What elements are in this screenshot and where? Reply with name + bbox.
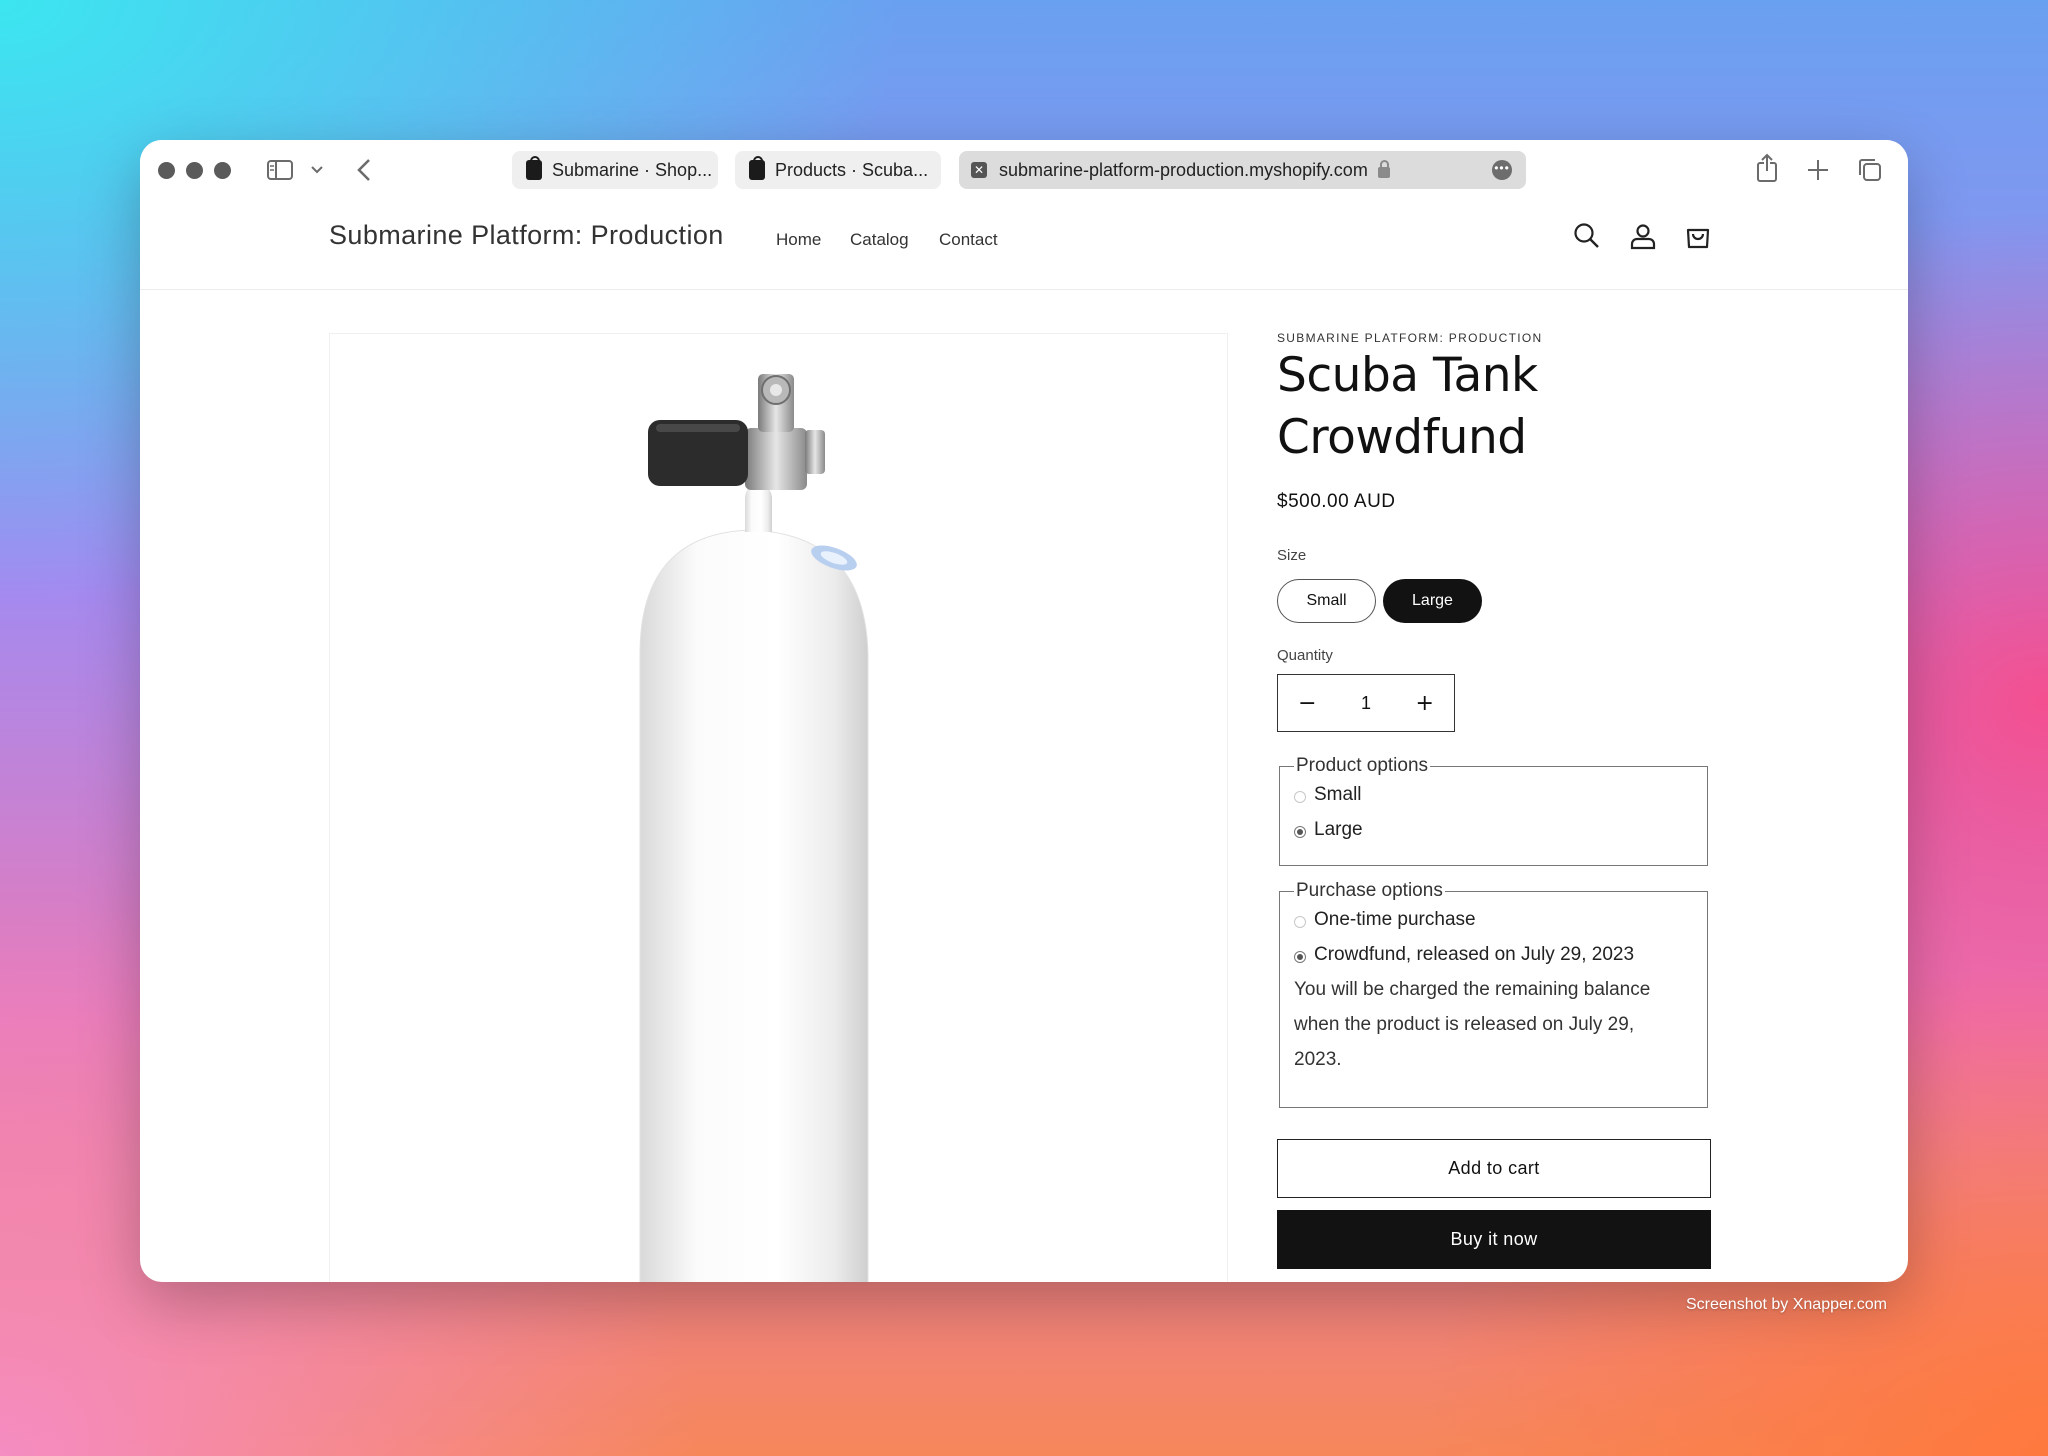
product-options-legend: Product options xyxy=(1296,755,1429,776)
size-option-small[interactable]: Small xyxy=(1277,579,1376,623)
product-image[interactable] xyxy=(329,333,1228,1282)
new-tab-icon[interactable] xyxy=(1805,157,1831,183)
tab-overview-icon[interactable] xyxy=(1856,156,1884,184)
scuba-tank-image xyxy=(639,374,869,1282)
tab-submarine-shop[interactable]: Submarine · Shop... xyxy=(512,151,718,189)
purchase-options-fieldset: Purchase options One-time purchase Crowd… xyxy=(1279,880,1708,1108)
tab-label: Products · Scuba... xyxy=(775,159,929,180)
buy-it-now-button[interactable]: Buy it now xyxy=(1277,1210,1711,1269)
crowdfund-note-line: You will be charged the remaining balanc… xyxy=(1294,979,1651,1000)
browser-toolbar: Submarine · Shop... Products · Scuba... … xyxy=(140,140,1908,200)
shopify-icon xyxy=(749,156,765,180)
radio-label: Crowdfund, released on July 29, 2023 xyxy=(1314,943,1635,965)
product-title: Scuba Tank Crowdfund xyxy=(1277,345,1538,469)
quantity-increase-button[interactable]: + xyxy=(1395,691,1454,716)
purchase-options-legend: Purchase options xyxy=(1296,880,1443,901)
crowdfund-note-line: 2023. xyxy=(1294,1049,1342,1070)
radio-button-checked[interactable] xyxy=(1294,825,1306,838)
lock-icon xyxy=(1377,159,1390,178)
nav-catalog[interactable]: Catalog xyxy=(850,230,909,250)
product-option-small[interactable]: Small xyxy=(1294,777,1693,812)
tab-label: Submarine · Shop... xyxy=(552,159,713,180)
close-window-button[interactable] xyxy=(158,162,175,179)
product-option-large[interactable]: Large xyxy=(1294,812,1693,847)
address-text: submarine-platform-production.myshopify.… xyxy=(999,159,1368,180)
product-title-line: Scuba Tank xyxy=(1277,348,1538,403)
crowdfund-note: You will be charged the remaining balanc… xyxy=(1294,972,1693,1077)
radio-button-checked[interactable] xyxy=(1294,950,1306,963)
more-options-icon[interactable]: ••• xyxy=(1492,160,1512,180)
store-header: Submarine Platform: Production Home Cata… xyxy=(140,200,1908,290)
store-name[interactable]: Submarine Platform: Production xyxy=(329,220,724,251)
size-label: Size xyxy=(1277,547,1307,564)
product-title-line: Crowdfund xyxy=(1277,410,1527,465)
size-option-large[interactable]: Large xyxy=(1383,579,1482,623)
radio-button[interactable] xyxy=(1294,790,1306,803)
shopify-icon xyxy=(526,156,542,180)
screenshot-credit: Screenshot by Xnapper.com xyxy=(1686,1296,1888,1313)
tab-products-scuba[interactable]: Products · Scuba... xyxy=(735,151,941,189)
product-options-fieldset: Product options Small Large xyxy=(1279,755,1708,866)
quantity-label: Quantity xyxy=(1277,647,1333,664)
purchase-option-one-time[interactable]: One-time purchase xyxy=(1294,902,1693,937)
quantity-input[interactable]: 1 xyxy=(1337,693,1396,714)
add-to-cart-button[interactable]: Add to cart xyxy=(1277,1139,1711,1198)
radio-button[interactable] xyxy=(1294,915,1306,928)
quantity-stepper: − 1 + xyxy=(1277,674,1455,732)
quantity-decrease-button[interactable]: − xyxy=(1278,691,1337,716)
product-price: $500.00 AUD xyxy=(1277,491,1396,512)
back-icon[interactable] xyxy=(354,156,374,184)
radio-label: One-time purchase xyxy=(1314,908,1476,930)
radio-label: Large xyxy=(1314,818,1363,840)
share-icon[interactable] xyxy=(1754,152,1780,184)
cart-icon[interactable] xyxy=(1682,220,1714,252)
browser-window: Submarine · Shop... Products · Scuba... … xyxy=(140,140,1908,1282)
minimize-window-button[interactable] xyxy=(186,162,203,179)
address-bar[interactable]: ✕ submarine-platform-production.myshopif… xyxy=(959,151,1526,189)
site-favicon-icon: ✕ xyxy=(971,162,987,178)
nav-home[interactable]: Home xyxy=(776,230,821,250)
product-vendor: SUBMARINE PLATFORM: PRODUCTION xyxy=(1277,331,1543,345)
chevron-down-icon[interactable] xyxy=(310,164,324,176)
search-icon[interactable] xyxy=(1571,220,1603,252)
zoom-window-button[interactable] xyxy=(214,162,231,179)
sidebar-icon[interactable] xyxy=(266,158,294,182)
crowdfund-note-line: when the product is released on July 29, xyxy=(1294,1014,1635,1035)
purchase-option-crowdfund[interactable]: Crowdfund, released on July 29, 2023 xyxy=(1294,937,1693,972)
nav-contact[interactable]: Contact xyxy=(939,230,998,250)
account-icon[interactable] xyxy=(1627,220,1659,252)
radio-label: Small xyxy=(1314,783,1362,805)
